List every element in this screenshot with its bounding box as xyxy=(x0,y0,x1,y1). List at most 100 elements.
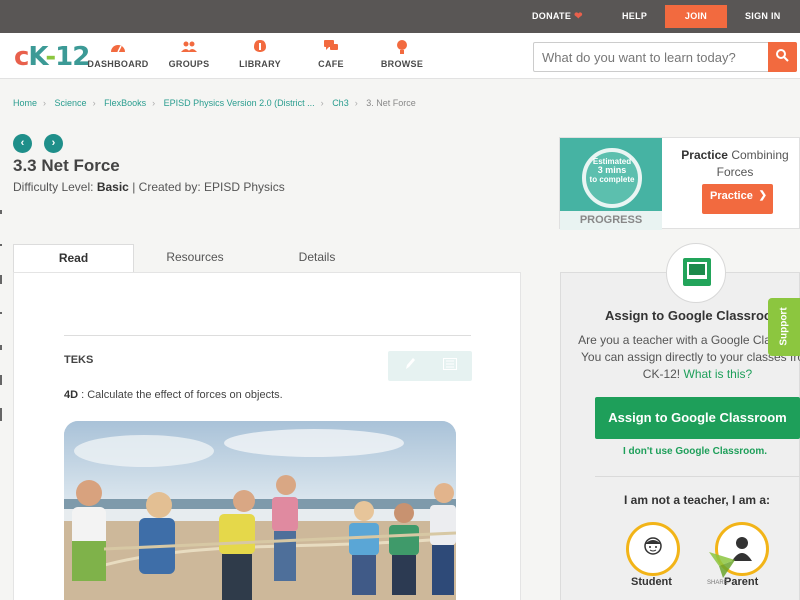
donate-link[interactable]: DONATE ❤ xyxy=(532,0,583,33)
browse-icon xyxy=(367,39,437,57)
nav-library[interactable]: LIBRARY xyxy=(225,39,295,69)
breadcrumb-current: 3. Net Force xyxy=(366,98,416,108)
chevron-right-icon: ❯ xyxy=(758,190,767,201)
read-panel: TEKS 4D : Calculate the effect of forces… xyxy=(13,272,521,600)
nav-browse-label[interactable]: BROWSE xyxy=(367,59,437,69)
practice-title-bold: Practice xyxy=(681,148,728,162)
nav-dashboard-label[interactable]: DASHBOARD xyxy=(83,59,153,69)
breadcrumb-science[interactable]: Science xyxy=(55,98,87,108)
breadcrumb-chapter[interactable]: Ch3 xyxy=(332,98,349,108)
breadcrumb-separator-icon: › xyxy=(320,98,324,108)
breadcrumb-separator-icon: › xyxy=(152,98,156,108)
teks-code: 4D xyxy=(64,389,79,401)
heart-icon: ❤ xyxy=(574,11,583,22)
nav-cafe-label[interactable]: CAFE xyxy=(296,59,366,69)
divider xyxy=(595,476,800,477)
divider xyxy=(64,335,471,336)
assign-heading: Assign to Google Classroom xyxy=(605,308,784,323)
support-tab[interactable]: Support xyxy=(768,298,800,356)
previous-button[interactable]: ‹ xyxy=(13,134,32,153)
assign-to-google-classroom-button[interactable]: Assign to Google Classroom xyxy=(595,397,800,439)
nav-cafe[interactable]: CAFE xyxy=(296,39,366,69)
chevron-left-icon: ‹ xyxy=(20,137,25,149)
student-label[interactable]: Student xyxy=(631,576,672,588)
edge-mark xyxy=(0,210,2,214)
logo-k[interactable]: K xyxy=(28,42,46,72)
breadcrumb-book[interactable]: EPISD Physics Version 2.0 (District ... xyxy=(164,98,315,108)
notes-icon[interactable] xyxy=(440,357,460,375)
support-label[interactable]: Support xyxy=(779,299,790,355)
practice-button-label[interactable]: Practice xyxy=(710,190,753,202)
next-button[interactable]: › xyxy=(44,134,63,153)
difficulty-label: Difficulty Level: xyxy=(13,180,94,194)
nav-groups-label[interactable]: GROUPS xyxy=(154,59,224,69)
google-classroom-card: Assign to Google Classroom Are you a tea… xyxy=(560,272,800,600)
progress-label: PROGRESS xyxy=(560,211,662,230)
dashboard-icon xyxy=(83,39,153,57)
student-option[interactable] xyxy=(626,522,680,576)
estimate-text: Estimated 3 mins to complete xyxy=(582,157,642,184)
edge-mark xyxy=(0,312,2,314)
cafe-icon xyxy=(296,39,366,57)
breadcrumb-separator-icon: › xyxy=(354,98,358,108)
chevron-right-icon: › xyxy=(51,137,56,149)
search-button[interactable] xyxy=(768,42,797,72)
logo-c[interactable]: c xyxy=(14,42,29,72)
tab-resources[interactable]: Resources xyxy=(134,244,256,273)
difficulty-line: Difficulty Level: Basic | Created by: EP… xyxy=(13,180,285,194)
search-icon xyxy=(776,49,789,65)
edge-mark xyxy=(0,345,2,350)
practice-title-rest: Combining Forces xyxy=(716,148,789,179)
breadcrumb-separator-icon: › xyxy=(43,98,47,108)
join-button[interactable]: JOIN xyxy=(665,5,727,28)
estimate-line-2: 3 mins xyxy=(597,165,627,175)
help-link[interactable]: HELP xyxy=(622,0,647,33)
edge-mark xyxy=(0,275,2,284)
sign-in-link[interactable]: SIGN IN xyxy=(745,0,781,33)
groups-icon xyxy=(154,39,224,57)
breadcrumb: Home › Science › FlexBooks › EPISD Physics … xyxy=(13,98,416,108)
breadcrumb-separator-icon: › xyxy=(92,98,96,108)
assign-description: Are you a teacher with a Google Classroo… xyxy=(575,332,800,383)
search-box xyxy=(533,42,797,72)
breadcrumb-flexbooks[interactable]: FlexBooks xyxy=(104,98,146,108)
practice-button[interactable]: Practice ❯ xyxy=(702,184,773,214)
edge-mark xyxy=(0,408,2,421)
tab-details[interactable]: Details xyxy=(256,244,378,273)
breadcrumb-home[interactable]: Home xyxy=(13,98,37,108)
difficulty-value: Basic xyxy=(96,180,129,194)
tab-read[interactable]: Read xyxy=(13,244,134,273)
no-google-classroom-link[interactable]: I don't use Google Classroom. xyxy=(623,446,767,457)
teks-heading: TEKS xyxy=(64,354,94,366)
practice-card: Estimated 3 mins to complete PROGRESS Pr… xyxy=(559,137,800,230)
student-icon xyxy=(643,535,663,561)
annotation-toolbar xyxy=(388,351,472,381)
tug-of-war-photo xyxy=(64,421,456,600)
created-by: | Created by: EPISD Physics xyxy=(132,180,285,194)
google-classroom-icon xyxy=(683,258,711,286)
nav-groups[interactable]: GROUPS xyxy=(154,39,224,69)
share-label[interactable]: SHARE xyxy=(707,580,728,586)
search-input[interactable] xyxy=(534,43,768,71)
teks-text: : Calculate the effect of forces on obje… xyxy=(81,389,283,401)
top-utility-bar: DONATE ❤ HELP JOIN SIGN IN xyxy=(0,0,800,33)
donate-label[interactable]: DONATE xyxy=(532,11,571,21)
practice-title: Practice Combining Forces xyxy=(675,147,795,181)
pencil-icon[interactable] xyxy=(400,357,420,375)
page-title: 3.3 Net Force xyxy=(13,156,120,175)
library-icon xyxy=(225,39,295,57)
content-tabs: Read Resources Details xyxy=(13,244,521,273)
photo-illustration xyxy=(64,421,456,600)
estimate-line-3: to complete xyxy=(589,175,635,184)
ck12-logo[interactable]: cK-12 xyxy=(14,42,90,72)
what-is-this-link[interactable]: What is this? xyxy=(684,367,753,381)
edge-mark xyxy=(0,375,2,385)
practice-thumbnail[interactable]: Estimated 3 mins to complete PROGRESS xyxy=(560,138,662,230)
nav-dashboard[interactable]: DASHBOARD xyxy=(83,39,153,69)
teks-standard: 4D : Calculate the effect of forces on o… xyxy=(64,389,283,401)
not-teacher-heading: I am not a teacher, I am a: xyxy=(624,493,771,507)
nav-library-label[interactable]: LIBRARY xyxy=(225,59,295,69)
logo-dash[interactable]: - xyxy=(45,42,56,72)
edge-mark xyxy=(0,244,2,246)
nav-browse[interactable]: BROWSE xyxy=(367,39,437,69)
